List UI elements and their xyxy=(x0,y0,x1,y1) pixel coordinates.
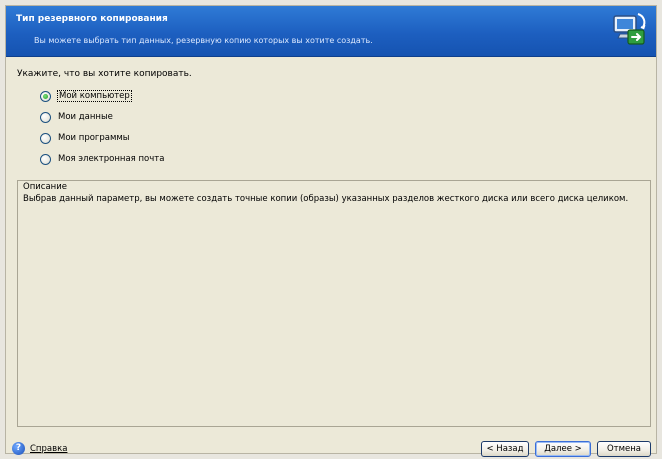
radio-button[interactable] xyxy=(40,132,51,144)
header-subtitle: Вы можете выбрать тип данных, резервную … xyxy=(34,36,373,45)
radio-button-checked[interactable] xyxy=(40,90,51,102)
help-label[interactable]: Справка xyxy=(30,444,67,454)
description-text: Выбрав данный параметр, вы можете создат… xyxy=(23,194,629,204)
description-legend: Описание xyxy=(23,182,67,192)
option-label[interactable]: Мой компьютер xyxy=(57,90,132,102)
selection-prompt: Укажите, что вы хотите копировать. xyxy=(17,69,192,79)
cancel-button[interactable]: Отмена xyxy=(597,441,651,457)
next-button[interactable]: Далее > xyxy=(535,441,591,457)
option-label[interactable]: Мои программы xyxy=(57,133,131,143)
help-link[interactable]: ? Справка xyxy=(12,442,67,455)
option-my-data[interactable]: Мои данные xyxy=(40,110,114,124)
radio-button[interactable] xyxy=(40,111,51,123)
description-panel: Описание Выбрав данный параметр, вы може… xyxy=(17,180,651,427)
radio-button[interactable] xyxy=(40,153,51,165)
option-label[interactable]: Мои данные xyxy=(57,112,114,122)
option-my-computer[interactable]: Мой компьютер xyxy=(40,89,132,103)
back-button[interactable]: < Назад xyxy=(481,441,529,457)
backup-wizard-icon xyxy=(613,13,646,45)
wizard-header: Тип резервного копирования Вы можете выб… xyxy=(6,6,656,57)
header-title: Тип резервного копирования xyxy=(16,14,168,24)
question-icon[interactable]: ? xyxy=(12,442,25,455)
option-my-email[interactable]: Моя электронная почта xyxy=(40,152,165,166)
option-my-programs[interactable]: Мои программы xyxy=(40,131,131,145)
option-label[interactable]: Моя электронная почта xyxy=(57,154,165,164)
